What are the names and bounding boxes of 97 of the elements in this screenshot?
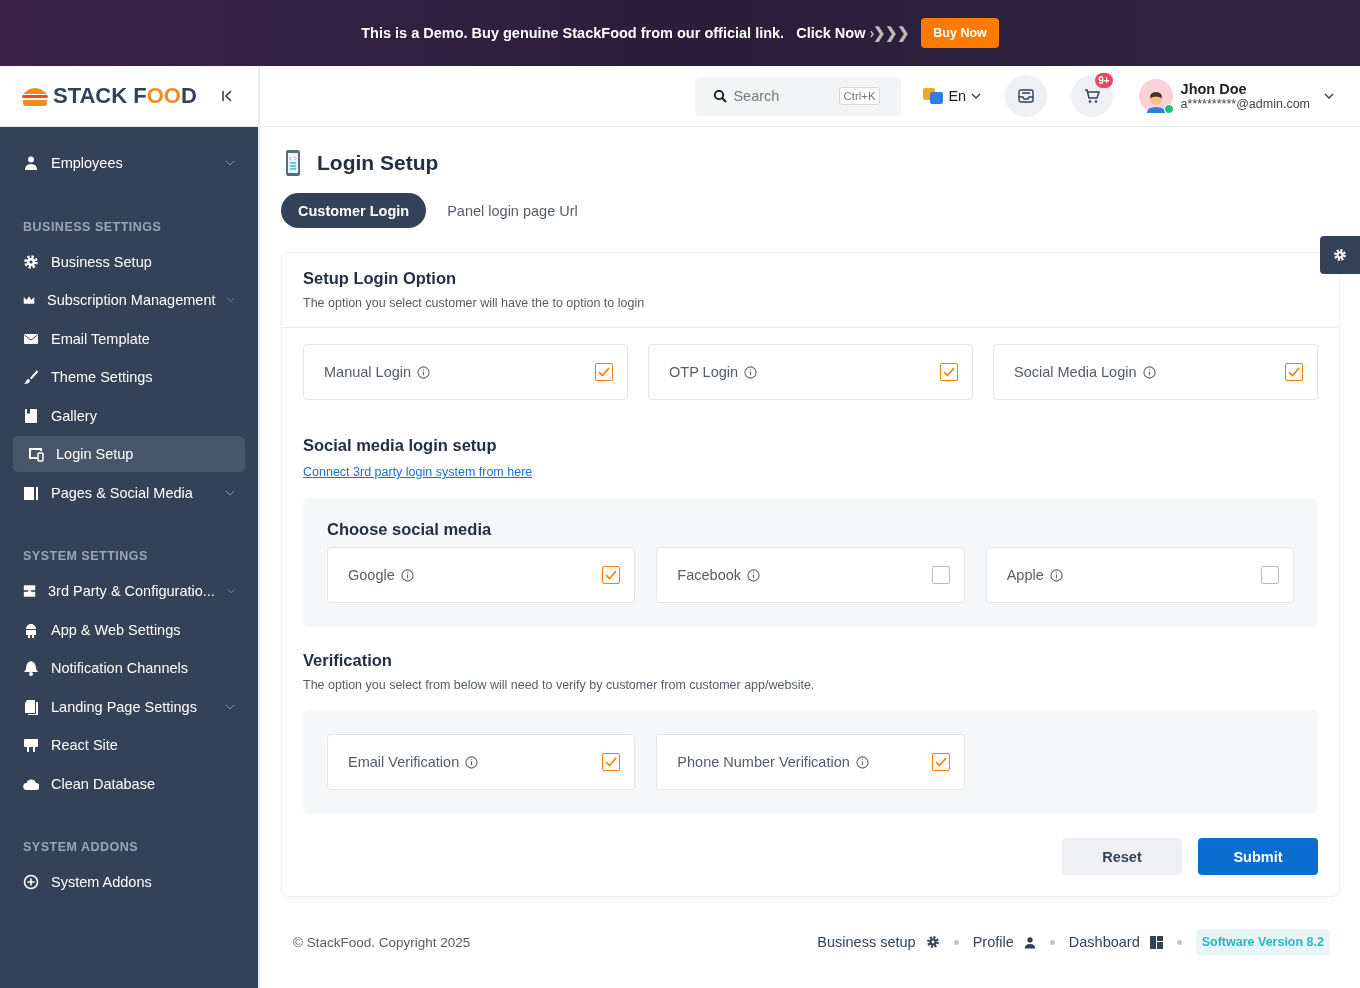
person-icon xyxy=(23,155,39,171)
info-icon xyxy=(744,365,758,379)
footer-link[interactable]: Dashboard xyxy=(1068,934,1140,950)
login-option[interactable]: Manual Login xyxy=(303,344,628,400)
search-icon xyxy=(713,89,728,103)
sidebar-item[interactable]: Notification Channels xyxy=(13,650,245,686)
page-title: Login Setup xyxy=(317,151,439,175)
section-title: Social media login setup xyxy=(303,436,498,455)
tab[interactable]: Panel login page Url xyxy=(430,193,595,228)
burger-logo-icon xyxy=(21,85,49,107)
bell-icon xyxy=(23,660,39,676)
section-title: Verification xyxy=(303,651,393,670)
checkbox[interactable] xyxy=(595,363,613,381)
section-heading: SYSTEM SETTINGS xyxy=(22,548,149,565)
info-icon xyxy=(1049,568,1063,582)
checkbox[interactable] xyxy=(1285,363,1303,381)
section-description: The option you select customer will have the to option to login xyxy=(303,296,646,310)
sidebar-item[interactable]: System Addons xyxy=(13,864,245,900)
user-email: a**********@admin.com xyxy=(1180,97,1310,111)
cart-icon xyxy=(1084,88,1101,104)
sign-icon xyxy=(23,737,39,753)
checkbox[interactable] xyxy=(931,753,950,771)
search-field[interactable]: Search xyxy=(731,87,836,105)
social-option[interactable]: Google xyxy=(327,547,636,603)
verification-option[interactable]: Phone Number Verification xyxy=(656,734,965,790)
sidebar-item[interactable]: Email Template xyxy=(13,320,245,357)
translate-icon xyxy=(923,88,944,104)
page-icon xyxy=(23,484,39,501)
person-icon xyxy=(1145,91,1166,113)
section-description: The option you select from below will need to verify by customer from customer app/website. xyxy=(303,678,816,692)
info-icon xyxy=(465,755,479,769)
gear-icon xyxy=(925,935,940,949)
click-now-link[interactable]: Click Now ›❯❯❯ xyxy=(796,25,910,41)
sidebar-item[interactable]: Login Setup xyxy=(13,436,245,472)
tab[interactable]: Customer Login xyxy=(281,193,427,228)
caret-icon xyxy=(1324,93,1334,99)
sidebar-item[interactable]: Landing Page Settings xyxy=(13,688,245,725)
sidebar-item[interactable]: 3rd Party & Configuratio... xyxy=(13,573,245,609)
server-icon xyxy=(23,583,37,599)
settings-button[interactable] xyxy=(1320,236,1360,274)
caret-icon xyxy=(971,93,982,99)
checkbox[interactable] xyxy=(1261,566,1279,584)
doc-icon xyxy=(23,698,39,715)
sidebar-item[interactable]: Employees xyxy=(13,145,245,181)
sidebar-item[interactable]: React Site xyxy=(13,727,245,763)
sidebar-item[interactable]: Pages & Social Media xyxy=(13,474,245,511)
footer-link[interactable]: Business setup xyxy=(817,934,916,950)
shortcut-hint: Ctrl+K xyxy=(839,87,880,105)
sidebar-item[interactable]: Business Setup xyxy=(13,243,245,280)
reset-button[interactable]: Reset xyxy=(1062,838,1182,875)
panel-title: Choose social media xyxy=(327,520,493,539)
user-menu[interactable]: Jhon Doe a**********@admin.com xyxy=(1138,79,1334,113)
footer-link[interactable]: Profile xyxy=(972,934,1014,950)
messages-button[interactable] xyxy=(1005,75,1048,117)
social-option[interactable]: Facebook xyxy=(656,547,965,603)
brush-icon xyxy=(23,369,39,385)
sidebar-item[interactable]: App & Web Settings xyxy=(13,611,245,648)
section-title: Setup Login Option xyxy=(303,269,458,288)
monitor-icon xyxy=(28,446,44,462)
section-heading: BUSINESS SETTINGS xyxy=(22,218,163,236)
checkbox[interactable] xyxy=(602,566,621,584)
sidebar-item[interactable]: Subscription Management xyxy=(13,282,245,318)
cart-count-badge: 9+ xyxy=(1095,72,1113,88)
user-name: Jhon Doe xyxy=(1180,81,1248,97)
section-heading: SYSTEM ADDONS xyxy=(22,839,140,856)
submit-button[interactable]: Submit xyxy=(1198,838,1318,875)
login-option[interactable]: Social Media Login xyxy=(993,344,1318,400)
verification-option[interactable]: Email Verification xyxy=(327,734,636,790)
inbox-icon xyxy=(1018,89,1035,103)
gear-icon xyxy=(23,253,39,270)
plus-icon xyxy=(23,874,39,890)
person-icon xyxy=(1023,935,1036,949)
info-icon xyxy=(417,365,431,379)
logo-text: STACK FOOD xyxy=(53,83,197,109)
info-icon xyxy=(855,755,869,769)
checkbox[interactable] xyxy=(940,363,958,381)
banner-message: This is a Demo. Buy genuine StackFood from our official link. xyxy=(361,25,785,41)
cart-button[interactable] xyxy=(1071,75,1114,117)
android-icon xyxy=(23,621,39,638)
social-option[interactable]: Apple xyxy=(985,547,1294,603)
sidebar-item[interactable]: Clean Database xyxy=(13,765,245,802)
dashboard-icon xyxy=(1149,935,1163,949)
login-option[interactable]: OTP Login xyxy=(648,344,973,400)
language-selector[interactable]: En xyxy=(923,88,982,104)
info-icon xyxy=(400,568,414,582)
checkbox[interactable] xyxy=(602,753,621,771)
book-icon xyxy=(23,407,39,424)
sidebar-item[interactable]: Theme Settings xyxy=(13,359,245,395)
settings-icon xyxy=(1333,248,1347,262)
collapse-icon[interactable] xyxy=(220,90,233,102)
version-badge: Software Version 8.2 xyxy=(1195,929,1330,955)
checkbox[interactable] xyxy=(931,566,950,584)
connect-link[interactable]: Connect 3rd party login system from here xyxy=(303,465,533,479)
info-icon xyxy=(1142,365,1156,379)
info-icon xyxy=(747,568,760,582)
copyright-text: © StackFood. Copyright 2025 xyxy=(293,934,471,950)
sidebar-item[interactable]: Gallery xyxy=(13,397,245,434)
